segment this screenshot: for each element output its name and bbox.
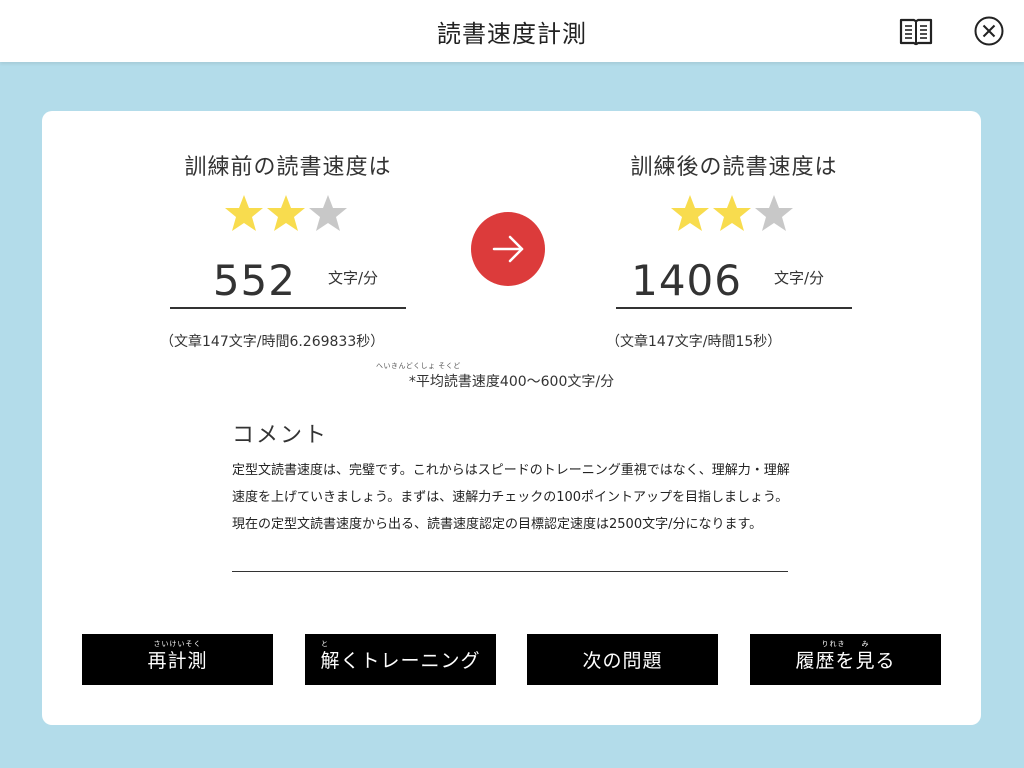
before-stars-svg	[225, 195, 347, 231]
remeasure-label: 再計測	[147, 650, 208, 672]
after-speed-unit: 文字/分	[774, 269, 825, 287]
book-open-icon[interactable]	[898, 13, 934, 49]
top-bar: 読書速度計測	[0, 0, 1024, 62]
before-title: 訓練前の読書速度は	[184, 155, 392, 180]
star-icon	[267, 195, 305, 231]
next-question-button[interactable]: 次の問題	[527, 634, 718, 685]
solve-training-label: 解くトレーニング	[320, 650, 481, 672]
page-title: 読書速度計測	[437, 20, 587, 48]
after-stars-svg	[671, 195, 793, 231]
remeasure-ruby: さいけいそく	[153, 640, 202, 648]
arrow-right-icon	[492, 235, 524, 263]
remeasure-button[interactable]: さいけいそく 再計測	[82, 634, 273, 685]
next-question-label: 次の問題	[582, 650, 663, 672]
after-detail: （文章147文字/時間15秒）	[606, 334, 782, 350]
star-empty-icon	[755, 195, 793, 231]
close-circle-icon[interactable]	[973, 15, 1005, 47]
view-history-label: 履歴を見る	[795, 650, 896, 672]
after-speed-value: 1406	[631, 256, 742, 305]
star-icon	[671, 195, 709, 231]
view-history-button[interactable]: りれき み 履歴を見る	[750, 634, 941, 685]
average-ruby: へいきんどくしょ そくど	[376, 362, 461, 370]
arrow-right-button[interactable]	[471, 212, 545, 286]
before-star-rating	[224, 193, 354, 237]
solve-training-button[interactable]: と 解くトレーニング	[305, 634, 496, 685]
after-star-rating	[670, 193, 800, 237]
after-title: 訓練後の読書速度は	[630, 155, 838, 180]
after-score-row: 1406 文字/分	[616, 249, 852, 309]
view-history-ruby: りれき み	[821, 640, 870, 648]
before-score-row: 552 文字/分	[170, 249, 406, 309]
comment-heading: コメント	[232, 423, 329, 448]
star-icon	[225, 195, 263, 231]
comment-body: 定型文読書速度は、完璧です。これからはスピードのトレーニング重視ではなく、理解力…	[232, 463, 790, 532]
comment-divider	[232, 571, 788, 572]
before-detail: （文章147文字/時間6.269833秒）	[160, 334, 385, 350]
star-icon	[713, 195, 751, 231]
before-speed-unit: 文字/分	[328, 269, 379, 287]
before-speed-value: 552	[212, 256, 296, 305]
average-speed-note: *平均読書速度400～600文字/分	[408, 374, 615, 390]
result-card: 訓練前の読書速度は 552 文字/分 （文章147文字/時間6.269833秒）…	[42, 111, 981, 725]
solve-training-ruby: と	[321, 640, 329, 648]
star-empty-icon	[309, 195, 347, 231]
